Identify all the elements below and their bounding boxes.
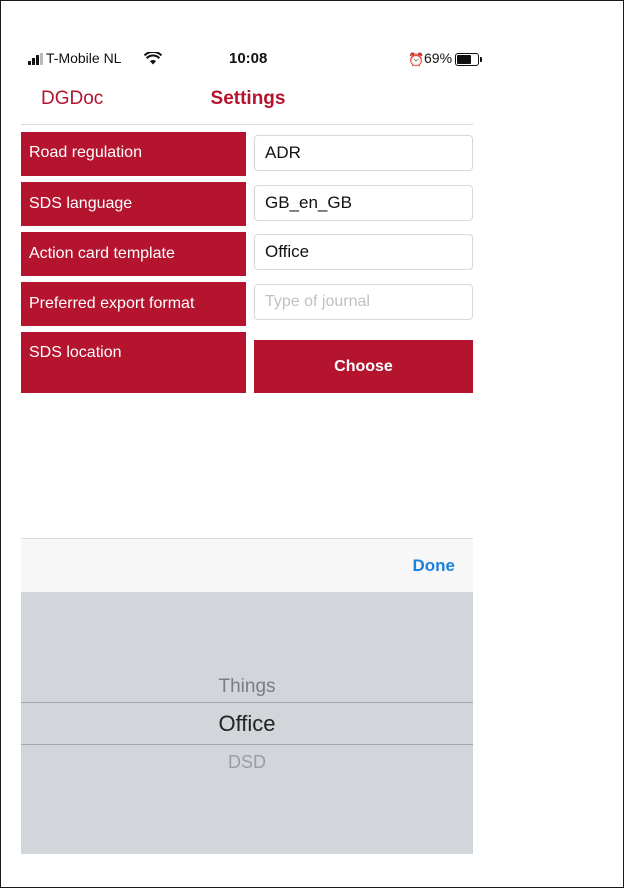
template-picker-wheel[interactable]: Things Office DSD	[21, 592, 473, 854]
status-bar: T-Mobile NL 10:08 ⏰ 69%	[28, 49, 482, 69]
page-title: Settings	[210, 88, 286, 109]
action-card-template-field[interactable]: Office	[254, 234, 473, 270]
preferred-export-format-label: Preferred export format	[21, 282, 246, 326]
picker-toolbar: Done	[21, 538, 473, 592]
picker-selection-top-line	[21, 702, 473, 703]
road-regulation-label: Road regulation	[21, 132, 246, 176]
battery-icon	[455, 53, 482, 66]
signal-icon	[28, 53, 44, 65]
carrier-name: T-Mobile NL	[46, 50, 122, 66]
phone-screen: T-Mobile NL 10:08 ⏰ 69% DGDoc Settings R…	[0, 0, 624, 888]
preferred-export-format-field[interactable]: Type of journal	[254, 284, 473, 320]
action-card-template-label: Action card template	[21, 232, 246, 276]
nav-divider	[21, 124, 473, 125]
wifi-icon	[144, 52, 162, 65]
preferred-export-format-label-text: Preferred export format	[29, 295, 195, 312]
picker-option-selected[interactable]: Office	[21, 711, 473, 737]
choose-location-button[interactable]: Choose	[254, 340, 473, 393]
status-time: 10:08	[229, 50, 268, 67]
battery-percentage: 69%	[424, 50, 453, 66]
picker-option[interactable]: DSD	[21, 752, 473, 773]
picker-selection-bottom-line	[21, 744, 473, 745]
sds-language-label: SDS language	[21, 182, 246, 226]
sds-location-label: SDS location	[21, 332, 246, 393]
picker-option[interactable]: Things	[21, 676, 473, 698]
sds-location-label-text: SDS location	[29, 344, 122, 361]
sds-language-field[interactable]: GB_en_GB	[254, 185, 473, 221]
sds-language-label-text: SDS language	[29, 195, 133, 212]
road-regulation-field[interactable]: ADR	[254, 135, 473, 171]
road-regulation-label-text: Road regulation	[29, 144, 142, 161]
done-button[interactable]: Done	[413, 556, 456, 576]
action-card-template-label-text: Action card template	[29, 245, 175, 262]
alarm-icon: ⏰	[408, 52, 425, 67]
